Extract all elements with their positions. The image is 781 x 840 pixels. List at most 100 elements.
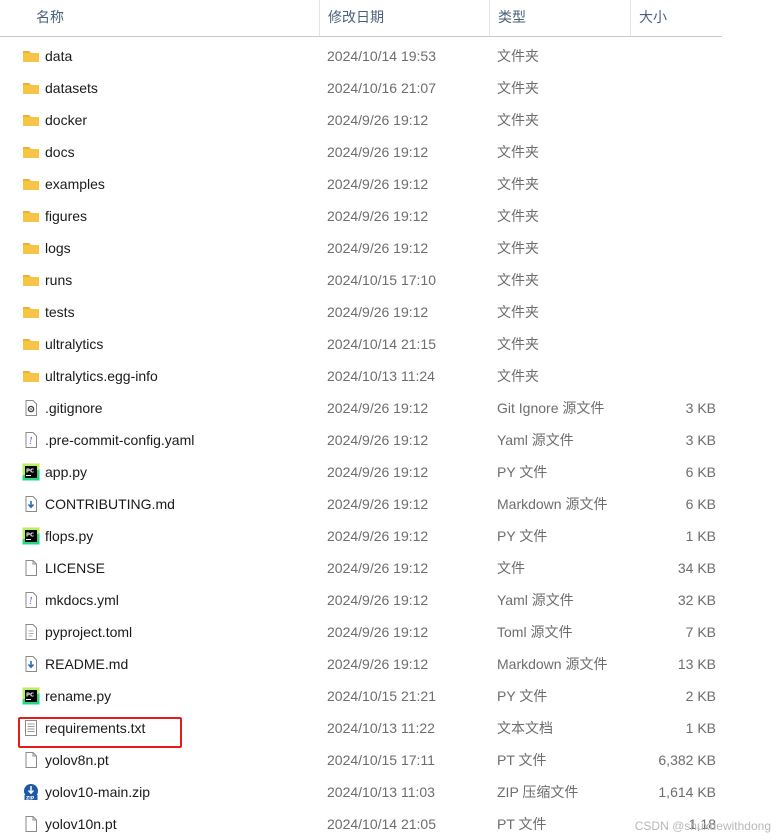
file-type: PY 文件 bbox=[497, 528, 548, 544]
folder-icon bbox=[22, 207, 40, 225]
file-size: 2 KB bbox=[685, 688, 716, 704]
file-row[interactable]: ultralytics 2024/10/14 21:15 文件夹 bbox=[0, 328, 781, 360]
yaml-file-icon: ! bbox=[22, 431, 40, 449]
file-row[interactable]: PC app.py 2024/9/26 19:12 PY 文件 6 KB bbox=[0, 456, 781, 488]
zip-file-icon: ZIP bbox=[22, 783, 40, 801]
file-name: ultralytics bbox=[45, 336, 104, 352]
markdown-file-icon bbox=[22, 655, 40, 673]
file-size: 3 KB bbox=[685, 432, 716, 448]
svg-text:PC: PC bbox=[26, 469, 34, 475]
file-name: ultralytics.egg-info bbox=[45, 368, 158, 384]
file-size: 13 KB bbox=[677, 656, 716, 672]
file-size bbox=[600, 328, 716, 360]
file-type: PY 文件 bbox=[497, 464, 548, 480]
file-row[interactable]: pyproject.toml 2024/9/26 19:12 Toml 源文件 7 K… bbox=[0, 616, 781, 648]
file-modified-date: 2024/9/26 19:12 bbox=[327, 304, 429, 320]
file-modified-date: 2024/9/26 19:12 bbox=[327, 496, 429, 512]
markdown-file-icon bbox=[22, 495, 40, 513]
file-modified-date: 2024/10/15 21:21 bbox=[327, 688, 436, 704]
column-header-bar: ^ 名称 修改日期 类型 大小 bbox=[0, 0, 722, 37]
file-size bbox=[600, 232, 716, 264]
svg-text:PC: PC bbox=[26, 533, 34, 539]
file-type: PT 文件 bbox=[497, 816, 547, 832]
file-name: mkdocs.yml bbox=[45, 592, 119, 608]
file-row[interactable]: docs 2024/9/26 19:12 文件夹 bbox=[0, 136, 781, 168]
file-modified-date: 2024/9/26 19:12 bbox=[327, 240, 429, 256]
watermark: CSDN @shuxuewithdong bbox=[634, 819, 771, 833]
column-header-name[interactable]: ^ 名称 bbox=[28, 0, 318, 36]
file-name: figures bbox=[45, 208, 88, 224]
file-row[interactable]: docker 2024/9/26 19:12 文件夹 bbox=[0, 104, 781, 136]
file-modified-date: 2024/10/15 17:10 bbox=[327, 272, 436, 288]
file-row[interactable]: ! .pre-commit-config.yaml 2024/9/26 19:12 Y… bbox=[0, 424, 781, 456]
file-row[interactable]: CONTRIBUTING.md 2024/9/26 19:12 Markdown 源… bbox=[0, 488, 781, 520]
file-name: examples bbox=[45, 176, 105, 192]
file-size: 3 KB bbox=[685, 400, 716, 416]
file-row[interactable]: LICENSE 2024/9/26 19:12 文件 34 KB bbox=[0, 552, 781, 584]
column-header-date[interactable]: 修改日期 bbox=[319, 0, 489, 36]
file-row[interactable]: tests 2024/9/26 19:12 文件夹 bbox=[0, 296, 781, 328]
file-size: 1,614 KB bbox=[658, 784, 716, 800]
svg-text:ZIP: ZIP bbox=[26, 795, 35, 801]
column-header-size[interactable]: 大小 bbox=[630, 0, 722, 36]
file-modified-date: 2024/9/26 19:12 bbox=[327, 144, 429, 160]
file-modified-date: 2024/9/26 19:12 bbox=[327, 400, 429, 416]
folder-icon bbox=[22, 271, 40, 289]
file-modified-date: 2024/10/13 11:03 bbox=[327, 784, 435, 800]
column-header-type[interactable]: 类型 bbox=[489, 0, 630, 36]
file-modified-date: 2024/9/26 19:12 bbox=[327, 656, 429, 672]
file-row[interactable]: yolov8n.pt 2024/10/15 17:11 PT 文件 6,382 KB bbox=[0, 744, 781, 776]
file-size bbox=[600, 360, 716, 392]
file-type: Toml 源文件 bbox=[497, 624, 573, 640]
svg-text:!: ! bbox=[29, 437, 33, 447]
file-modified-date: 2024/9/26 19:12 bbox=[327, 624, 429, 640]
file-row[interactable]: examples 2024/9/26 19:12 文件夹 bbox=[0, 168, 781, 200]
file-modified-date: 2024/10/14 21:05 bbox=[327, 816, 436, 832]
file-type: PT 文件 bbox=[497, 752, 547, 768]
file-name: tests bbox=[45, 304, 75, 320]
svg-text:!: ! bbox=[29, 597, 33, 607]
file-row[interactable]: ZIP yolov10-main.zip 2024/10/13 11:03 ZIP 压… bbox=[0, 776, 781, 808]
file-type: 文件夹 bbox=[497, 176, 539, 192]
file-size bbox=[600, 40, 716, 72]
file-name: data bbox=[45, 48, 73, 64]
file-type: 文件夹 bbox=[497, 80, 539, 96]
file-type: Yaml 源文件 bbox=[497, 592, 574, 608]
file-type: ZIP 压缩文件 bbox=[497, 784, 579, 800]
file-modified-date: 2024/10/14 19:53 bbox=[327, 48, 436, 64]
file-name: flops.py bbox=[45, 528, 94, 544]
file-row[interactable]: runs 2024/10/15 17:10 文件夹 bbox=[0, 264, 781, 296]
file-size bbox=[600, 168, 716, 200]
file-row[interactable]: data 2024/10/14 19:53 文件夹 bbox=[0, 40, 781, 72]
file-size: 6 KB bbox=[685, 464, 716, 480]
file-row[interactable]: PC rename.py 2024/10/15 21:21 PY 文件 2 KB bbox=[0, 680, 781, 712]
file-name: .pre-commit-config.yaml bbox=[45, 432, 195, 448]
folder-icon bbox=[22, 143, 40, 161]
file-name: rename.py bbox=[45, 688, 112, 704]
file-row[interactable]: ultralytics.egg-info 2024/10/13 11:24 文件夹 bbox=[0, 360, 781, 392]
folder-icon bbox=[22, 175, 40, 193]
file-row[interactable]: .gitignore 2024/9/26 19:12 Git Ignore 源文件 3… bbox=[0, 392, 781, 424]
file-row[interactable]: README.md 2024/9/26 19:12 Markdown 源文件 13 K… bbox=[0, 648, 781, 680]
file-name: logs bbox=[45, 240, 71, 256]
file-size: 32 KB bbox=[677, 592, 716, 608]
file-size: 34 KB bbox=[677, 560, 716, 576]
file-name: yolov10n.pt bbox=[45, 816, 117, 832]
file-row[interactable]: figures 2024/9/26 19:12 文件夹 bbox=[0, 200, 781, 232]
file-size: 6 KB bbox=[685, 496, 716, 512]
file-modified-date: 2024/9/26 19:12 bbox=[327, 208, 429, 224]
file-row[interactable]: logs 2024/9/26 19:12 文件夹 bbox=[0, 232, 781, 264]
yaml-file-icon: ! bbox=[22, 591, 40, 609]
file-type: PY 文件 bbox=[497, 688, 548, 704]
file-modified-date: 2024/10/13 11:22 bbox=[327, 720, 435, 736]
file-name: yolov10-main.zip bbox=[45, 784, 151, 800]
file-type: 文本文档 bbox=[497, 720, 553, 736]
file-row[interactable]: ! mkdocs.yml 2024/9/26 19:12 Yaml 源文件 32 KB bbox=[0, 584, 781, 616]
file-row[interactable]: datasets 2024/10/16 21:07 文件夹 bbox=[0, 72, 781, 104]
file-size: 7 KB bbox=[685, 624, 716, 640]
file-type: Markdown 源文件 bbox=[497, 656, 608, 672]
file-type: 文件夹 bbox=[497, 304, 539, 320]
file-row[interactable]: PC flops.py 2024/9/26 19:12 PY 文件 1 KB bbox=[0, 520, 781, 552]
blank-file-icon bbox=[22, 559, 40, 577]
file-size bbox=[600, 72, 716, 104]
